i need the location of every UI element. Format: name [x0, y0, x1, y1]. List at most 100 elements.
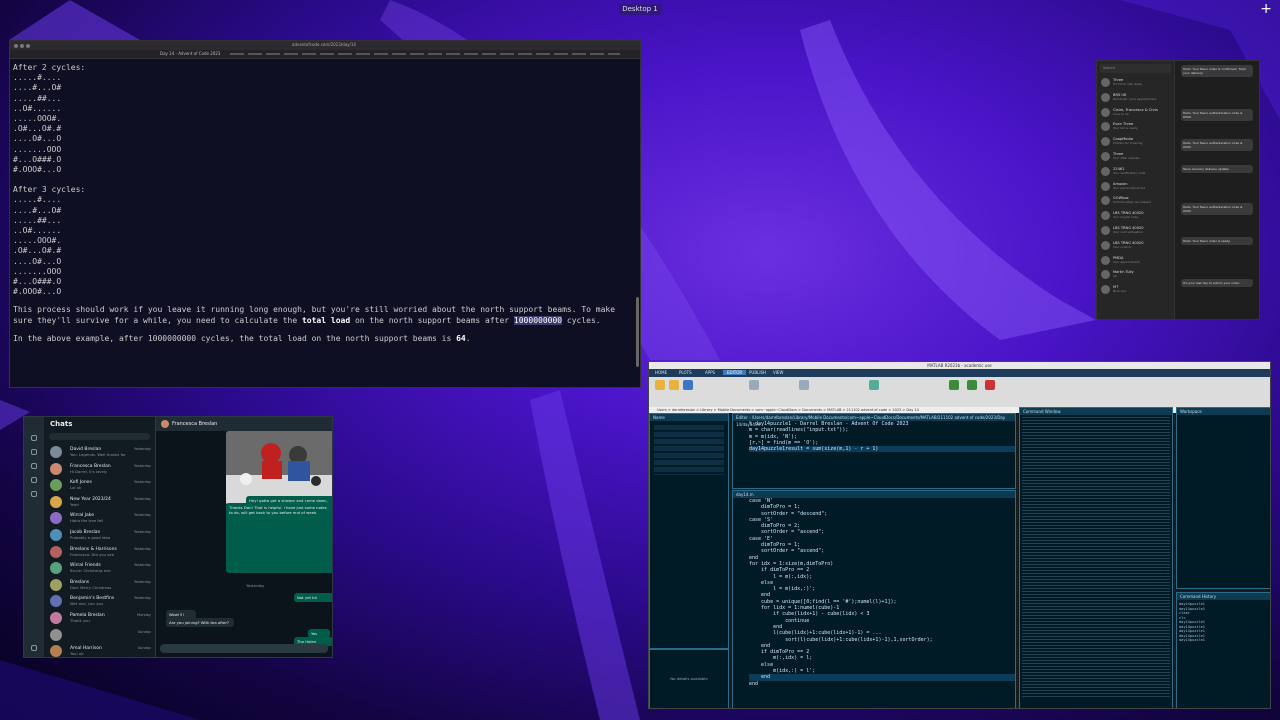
conversation-row[interactable]: LBS TRNG 40020 Your Lloyds code: [1097, 209, 1174, 224]
tab-home[interactable]: HOME: [655, 370, 667, 375]
find-icon[interactable]: [799, 380, 809, 390]
conversation-header: Francesca Breslan: [156, 417, 332, 431]
message-bubble[interactable]: It's your last day to add to your order.: [1181, 279, 1253, 287]
add-desktop-button[interactable]: +: [1260, 2, 1272, 16]
file-list[interactable]: [654, 425, 724, 475]
cycle2-grid: .....#.... ....#...O# .....##... ..O#......…: [13, 73, 636, 175]
chat-time: Monday: [137, 612, 151, 617]
grid-row: #...O###.O: [13, 154, 62, 164]
message-bubble[interactable]: Are you joining? With tea after?: [166, 618, 234, 627]
address-bar[interactable]: adventofcode.com/2023/day/14: [292, 42, 356, 47]
starred-icon[interactable]: [31, 477, 37, 483]
grid-row: ....#...O#: [13, 83, 62, 93]
editor-code-top[interactable]: % day14puzzle1 - Darrel Breslan - Advent…: [733, 421, 1015, 453]
tab-aoc[interactable]: Day 14 - Advent of Code 2023: [160, 51, 220, 56]
message-bubble[interactable]: Not yet b4: [294, 593, 332, 602]
avatar: [50, 628, 62, 641]
message-bubble[interactable]: Hello. Your Tesco authentication code is…: [1181, 109, 1253, 121]
contact-name[interactable]: Francesca Breslan: [172, 421, 217, 427]
maximize-icon[interactable]: [26, 44, 30, 48]
chat-list-item[interactable]: Breslans Dad: Merry Christmas Yesterday: [44, 577, 155, 594]
tab-apps[interactable]: APPS: [705, 370, 715, 375]
conversation-row[interactable]: LBS TRNG 40020 Your card activation: [1097, 224, 1174, 239]
tab-editor[interactable]: EDITOR: [723, 370, 747, 375]
tab-publish[interactable]: PUBLISH: [749, 370, 766, 375]
chat-list-item[interactable]: New Year 2023/24 Yeah Yesterday: [44, 494, 155, 511]
conversation-row[interactable]: Claire, Francesca & Chris Love to all: [1097, 106, 1174, 121]
chat-list-item[interactable]: David Breslan You: Legends. Well thanks f…: [44, 444, 155, 461]
chat-list-item[interactable]: Benjamin's Bestfins Wet one, can you Yeste…: [44, 593, 155, 610]
chat-list-item[interactable]: Sunday: [44, 627, 155, 644]
conversation-preview: ok: [1113, 274, 1117, 279]
save-icon[interactable]: [683, 380, 693, 390]
message-bubble[interactable]: Hello. Your Tesco authentication code is…: [1181, 203, 1253, 215]
conversation-row[interactable]: MT Nice one: [1097, 283, 1174, 298]
ribbon: [649, 377, 1270, 407]
conversation-row[interactable]: Three Your offer expires: [1097, 150, 1174, 165]
message-bubble[interactable]: Hello. Your Tesco order is ready.: [1181, 237, 1253, 245]
photo-image: [226, 431, 332, 505]
conversation-row[interactable]: Evan Three Your bill is ready: [1097, 120, 1174, 135]
tab-view[interactable]: VIEW: [773, 370, 783, 375]
message-input[interactable]: [160, 644, 328, 653]
command-output[interactable]: [1022, 417, 1170, 697]
chat-list-item[interactable]: Wirral Jake Haha the tree fell Yesterday: [44, 510, 155, 527]
search-input[interactable]: [49, 433, 150, 440]
minimize-icon[interactable]: [20, 44, 24, 48]
message-bubble[interactable]: Thanks Dan! That is helpful. I have just…: [226, 503, 332, 573]
desktop-label[interactable]: Desktop 1: [619, 4, 661, 15]
avatar: [1101, 107, 1110, 117]
conversation-row[interactable]: CoopMedia Thanks for ordering: [1097, 135, 1174, 150]
run-section-icon[interactable]: [967, 380, 977, 390]
compare-icon[interactable]: [749, 380, 759, 390]
refactor-icon[interactable]: [869, 380, 879, 390]
chat-list-item[interactable]: Jacob Breslan Probably a good idea Yesterd…: [44, 527, 155, 544]
new-icon[interactable]: [655, 380, 665, 390]
tab-plots[interactable]: PLOTS: [679, 370, 692, 375]
editor-header: Editor - /Users/darrelbreslan/Library/Mo…: [733, 414, 1015, 427]
editor-file-tab[interactable]: day14.m: [733, 491, 1015, 498]
message-bubble[interactable]: Hello. Your Tesco order is confirmed. Tr…: [1181, 65, 1253, 77]
conversation-row[interactable]: LBS TRNG 40020 Your code is: [1097, 239, 1174, 254]
history-list[interactable]: day14puzzle1 day14puzzle1 clear clc day14puz…: [1177, 600, 1270, 645]
conversation-row[interactable]: Three It's time! Get ready: [1097, 76, 1174, 91]
run-icon[interactable]: [949, 380, 959, 390]
editor-code-bottom[interactable]: case 'N' dimToPro = 1; sortOrder = "desc…: [733, 498, 1015, 687]
conversation-row[interactable]: Amazon Your parcel will arrive: [1097, 180, 1174, 195]
close-icon[interactable]: [14, 44, 18, 48]
conversation-row[interactable]: 22461 Your verification code: [1097, 165, 1174, 180]
history-entry[interactable]: day14puzzle1: [1179, 638, 1268, 643]
conversation-preview: It's time! Get ready: [1113, 82, 1143, 86]
browser-toolbar: adventofcode.com/2023/day/14: [10, 41, 640, 50]
chat-list-item[interactable]: Breslans & Harrisons Francesca: Did you s…: [44, 544, 155, 561]
status-icon[interactable]: [31, 463, 37, 469]
message-bubble[interactable]: Hello. Your Tesco authentication code is…: [1181, 139, 1253, 151]
avatar: [50, 562, 62, 575]
open-icon[interactable]: [669, 380, 679, 390]
shared-photo[interactable]: [226, 431, 332, 505]
browser-window: adventofcode.com/2023/day/14 Day 14 - Ad…: [9, 40, 641, 388]
chat-list-item[interactable]: Wirral Friends Bruce: Christmas eve Yester…: [44, 560, 155, 577]
archive-icon[interactable]: [31, 491, 37, 497]
search-input[interactable]: Search: [1100, 64, 1171, 73]
conversation-row[interactable]: PMDA Your appointment: [1097, 254, 1174, 269]
current-folder-header: Name: [650, 414, 728, 421]
chat-list-item[interactable]: Kofi Jones Lol ok Yesterday: [44, 477, 155, 494]
scrollbar[interactable]: [636, 297, 639, 367]
avatar[interactable]: [161, 420, 169, 428]
answer-em: 64: [456, 333, 466, 343]
settings-icon[interactable]: [31, 645, 37, 651]
chat-list: Chats David Breslan You: Legends. Well th…: [44, 417, 156, 657]
chat-list-item[interactable]: Amal Harrison You: ok Sunday: [44, 643, 155, 657]
chat-list-item[interactable]: Francesca Breslan Hi Darrel, it's lovely Y…: [44, 461, 155, 478]
calls-icon[interactable]: [31, 449, 37, 455]
chat-list-item[interactable]: Pamela Breslan Thank you Monday: [44, 610, 155, 627]
chat-time: Yesterday: [134, 579, 151, 584]
conversation-row[interactable]: Martin Tully ok: [1097, 268, 1174, 283]
conversation-row[interactable]: GOWbox Unfortunately we missed: [1097, 194, 1174, 209]
message-bubble[interactable]: Tesco Grocery delivery update.: [1181, 165, 1253, 173]
grid-row: ....O#...O: [13, 134, 62, 144]
chats-icon[interactable]: [31, 435, 37, 441]
stop-icon[interactable]: [985, 380, 995, 390]
conversation-row[interactable]: BRS UK Reminder: your appointment: [1097, 91, 1174, 106]
